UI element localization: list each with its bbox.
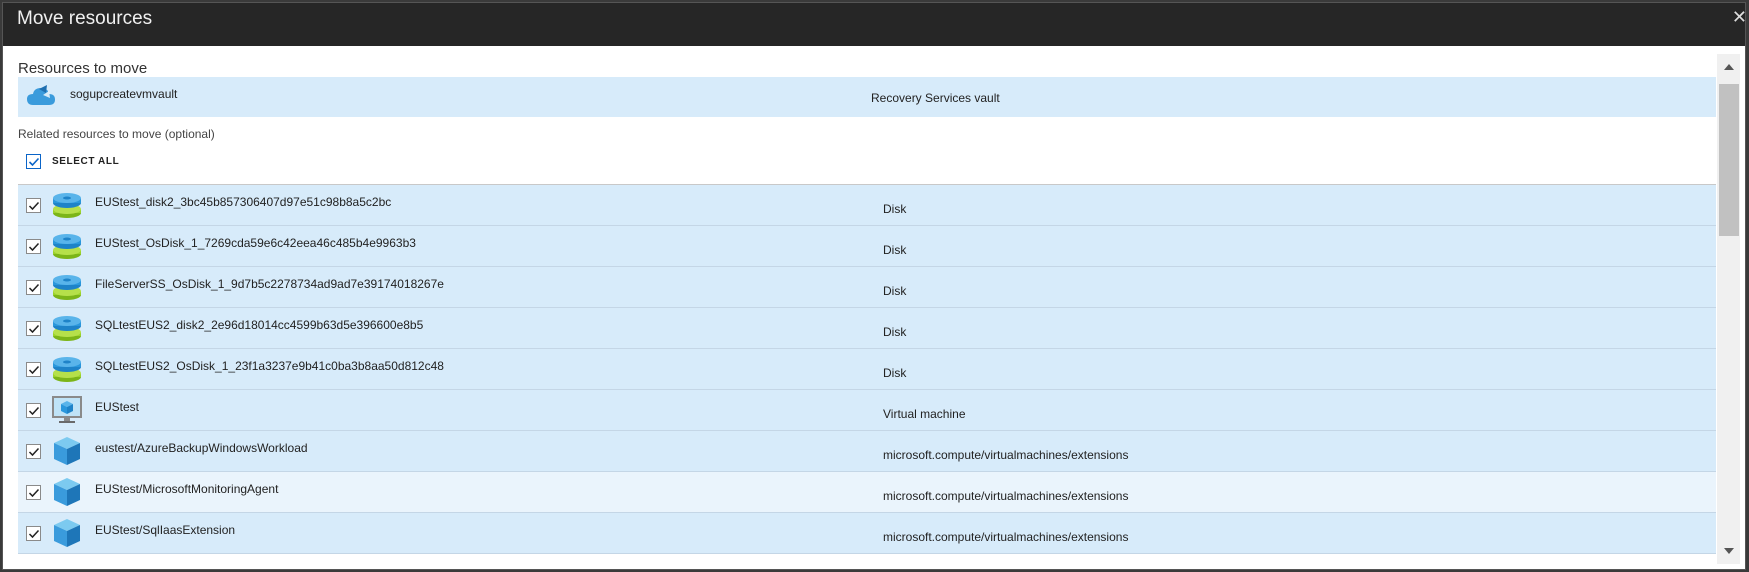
item-name: SQLtestEUS2_disk2_2e96d18014cc4599b63d5e… xyxy=(95,318,424,332)
scroll-down-arrow-icon[interactable] xyxy=(1724,548,1734,554)
item-type: Disk xyxy=(883,243,907,257)
checkmark-icon xyxy=(28,488,40,498)
vault-row: sogupcreatevmvault Recovery Services vau… xyxy=(18,77,1716,117)
related-resources-label: Related resources to move (optional) xyxy=(18,127,215,141)
disk-icon xyxy=(50,353,84,385)
vault-name: sogupcreatevmvault xyxy=(70,87,178,101)
item-checkbox[interactable] xyxy=(26,403,41,418)
item-type: Disk xyxy=(883,284,907,298)
item-checkbox[interactable] xyxy=(26,198,41,213)
item-checkbox[interactable] xyxy=(26,485,41,500)
item-type: microsoft.compute/virtualmachines/extens… xyxy=(883,489,1129,503)
checkmark-icon xyxy=(28,201,40,211)
checkmark-icon xyxy=(28,365,40,375)
list-item[interactable]: eustest/AzureBackupWindowsWorkload micros… xyxy=(18,431,1716,472)
item-name: SQLtestEUS2_OsDisk_1_23f1a3237e9b41c0ba3… xyxy=(95,359,444,373)
list-item[interactable]: EUStest/MicrosoftMonitoringAgent microsof… xyxy=(18,472,1716,513)
extension-cube-icon xyxy=(50,517,84,549)
checkmark-icon xyxy=(28,324,40,334)
list-item[interactable]: SQLtestEUS2_OsDisk_1_23f1a3237e9b41c0ba3… xyxy=(18,349,1716,390)
item-name: EUStest_OsDisk_1_7269cda59e6c42eea46c485… xyxy=(95,236,416,250)
item-checkbox[interactable] xyxy=(26,444,41,459)
checkmark-icon xyxy=(28,529,40,539)
checkmark-icon xyxy=(28,157,40,167)
checkmark-icon xyxy=(28,447,40,457)
list-item[interactable]: SQLtestEUS2_disk2_2e96d18014cc4599b63d5e… xyxy=(18,308,1716,349)
item-name: EUStest/SqlIaasExtension xyxy=(95,523,236,537)
item-type: microsoft.compute/virtualmachines/extens… xyxy=(883,530,1129,544)
item-name: FileServerSS_OsDisk_1_9d7b5c2278734ad9ad… xyxy=(95,277,444,291)
virtual-machine-icon xyxy=(50,394,84,426)
item-checkbox[interactable] xyxy=(26,239,41,254)
list-item[interactable]: EUStest_OsDisk_1_7269cda59e6c42eea46c485… xyxy=(18,226,1716,267)
item-checkbox[interactable] xyxy=(26,362,41,377)
item-checkbox[interactable] xyxy=(26,321,41,336)
item-checkbox[interactable] xyxy=(26,526,41,541)
close-icon[interactable]: ✕ xyxy=(1732,7,1745,28)
item-checkbox[interactable] xyxy=(26,280,41,295)
checkmark-icon xyxy=(28,283,40,293)
list-item[interactable]: EUStest_disk2_3bc45b857306407d97e51c98b8… xyxy=(18,185,1716,226)
list-item[interactable]: FileServerSS_OsDisk_1_9d7b5c2278734ad9ad… xyxy=(18,267,1716,308)
dialog-titlebar: Move resources ✕ xyxy=(3,3,1745,46)
recovery-vault-icon xyxy=(27,85,55,105)
item-type: microsoft.compute/virtualmachines/extens… xyxy=(883,448,1129,462)
list-item[interactable]: EUStest/SqlIaasExtension microsoft.comput… xyxy=(18,513,1716,554)
item-name: eustest/AzureBackupWindowsWorkload xyxy=(95,441,308,455)
disk-icon xyxy=(50,312,84,344)
select-all-checkbox[interactable] xyxy=(26,154,41,169)
item-type: Disk xyxy=(883,366,907,380)
move-resources-dialog: Move resources ✕ Resources to move sogup… xyxy=(2,2,1746,570)
dialog-title: Move resources xyxy=(17,8,153,29)
item-type: Disk xyxy=(883,325,907,339)
item-name: EUStest/MicrosoftMonitoringAgent xyxy=(95,482,279,496)
item-type: Disk xyxy=(883,202,907,216)
disk-icon xyxy=(50,271,84,303)
checkmark-icon xyxy=(28,242,40,252)
resources-to-move-label: Resources to move xyxy=(18,60,148,77)
item-name: EUStest xyxy=(95,400,140,414)
item-name: EUStest_disk2_3bc45b857306407d97e51c98b8… xyxy=(95,195,392,209)
vertical-scrollbar[interactable] xyxy=(1717,54,1740,564)
vault-type: Recovery Services vault xyxy=(871,91,1000,105)
scroll-up-arrow-icon[interactable] xyxy=(1724,64,1734,70)
extension-cube-icon xyxy=(50,476,84,508)
scroll-thumb[interactable] xyxy=(1719,84,1739,236)
extension-cube-icon xyxy=(50,435,84,467)
select-all-label[interactable]: SELECT ALL xyxy=(52,156,119,167)
dialog-content: Resources to move sogupcreatevmvault Rec… xyxy=(3,46,1745,569)
item-type: Virtual machine xyxy=(883,407,966,421)
checkmark-icon xyxy=(28,406,40,416)
disk-icon xyxy=(50,230,84,262)
list-item[interactable]: EUStest Virtual machine xyxy=(18,390,1716,431)
disk-icon xyxy=(50,189,84,221)
related-resources-list: EUStest_disk2_3bc45b857306407d97e51c98b8… xyxy=(18,184,1716,554)
